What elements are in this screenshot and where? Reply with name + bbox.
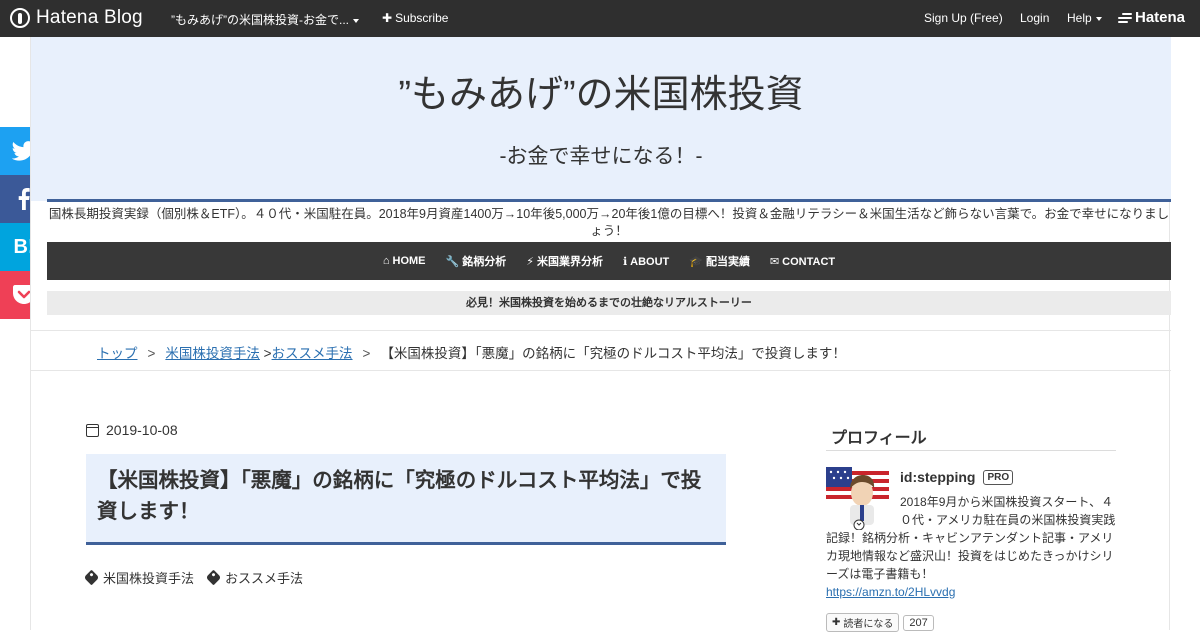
home-icon: ⌂ xyxy=(382,255,390,267)
nav-stock-analysis-label: 銘柄分析 xyxy=(462,256,507,268)
nav-home[interactable]: ⌂ HOME xyxy=(383,255,426,267)
article-title[interactable]: 【米国株投資】「悪魔」の銘柄に「究極のドルコスト平均法」で投資します！ xyxy=(97,465,716,527)
profile-id-link[interactable]: id:stepping xyxy=(900,469,975,485)
article-title-box: 【米国株投資】「悪魔」の銘柄に「究極のドルコスト平均法」で投資します！ xyxy=(86,454,726,545)
nav-industry-analysis[interactable]: ⚡ 米国業界分析 xyxy=(526,253,603,269)
blog-subtitle: -お金で幸せになる！- xyxy=(499,145,703,168)
breadcrumb-separator: > xyxy=(147,346,156,361)
article-tags: 米国株投資手法 おススメ手法 xyxy=(83,568,317,587)
article-tag[interactable]: おススメ手法 xyxy=(205,568,304,587)
sidebar-divider xyxy=(826,450,1116,451)
nav-industry-analysis-label: 米国業界分析 xyxy=(536,256,603,268)
global-nav: ⌂ HOME 🔧 銘柄分析 ⚡ 米国業界分析 ℹ ABOUT 🎓 配当実績 ✉ CONTAC… xyxy=(47,242,1171,280)
calendar-icon xyxy=(86,423,99,437)
reader-widget: ✚ 読者になる 207 xyxy=(826,613,934,632)
profile-amazon-link[interactable]: https://amzn.to/2HLvvdg xyxy=(826,585,955,599)
breadcrumb-link-top[interactable]: トップ xyxy=(97,346,138,361)
hatena-topbar: Hatena Blog ”もみあげ”の米国株投資-お金で... ✚ Subscri… xyxy=(0,0,1200,37)
nav-about[interactable]: ℹ ABOUT xyxy=(623,255,669,268)
article-tag-label: おススメ手法 xyxy=(225,571,304,586)
breadcrumb-separator: > xyxy=(362,346,371,361)
article-date: 2019-10-08 xyxy=(86,422,178,438)
hatena-logo[interactable]: Hatena xyxy=(1118,9,1185,26)
notice-banner[interactable]: 必見！米国株投資を始めるまでの壮絶なリアルストーリー xyxy=(47,291,1171,315)
facebook-icon xyxy=(18,188,30,210)
login-link[interactable]: Login xyxy=(1020,11,1049,25)
divider xyxy=(31,330,1171,331)
blog-description: 国株長期投資実録（個別株＆ETF）。４０代・米国駐在員。2018年9月資産140… xyxy=(48,207,1170,238)
article-tag-label: 米国株投資手法 xyxy=(103,571,195,586)
signup-link[interactable]: Sign Up (Free) xyxy=(924,11,1003,25)
blog-name-menu[interactable]: ”もみあげ”の米国株投資-お金で... xyxy=(171,11,359,28)
header-divider xyxy=(47,199,1171,202)
help-label: Help xyxy=(1067,11,1092,25)
pro-badge: PRO xyxy=(983,469,1014,485)
blog-header: ”もみあげ”の米国株投資 -お金で幸せになる！- xyxy=(31,37,1171,201)
hatena-logo-text: Hatena xyxy=(1135,9,1186,26)
profile-bio: 2018年9月から米国株投資スタート、４０代・アメリカ駐在員の米国株投資実践記録… xyxy=(826,493,1118,601)
hatena-blog-logo-text: Hatena Blog xyxy=(36,7,143,28)
blog-title[interactable]: ”もみあげ”の米国株投資 xyxy=(31,63,1171,118)
caret-down-icon xyxy=(1095,16,1102,21)
subscribe-button[interactable]: ✚ Subscribe xyxy=(382,11,448,25)
nav-contact[interactable]: ✉ CONTACT xyxy=(770,255,835,268)
hatena-blog-logo[interactable]: Hatena Blog xyxy=(10,7,143,29)
subscribe-reader-label: 読者になる xyxy=(843,619,894,630)
tag-icon xyxy=(83,569,100,586)
tag-icon xyxy=(205,569,222,586)
bolt-icon: ⚡ xyxy=(526,256,534,268)
reader-count: 207 xyxy=(903,614,934,631)
page-container: ”もみあげ”の米国株投資 -お金で幸せになる！- 国株長期投資実録（個別株＆ET… xyxy=(30,37,1171,632)
article-tag[interactable]: 米国株投資手法 xyxy=(83,568,195,587)
caret-down-icon xyxy=(353,18,359,23)
nav-home-label: HOME xyxy=(392,255,426,267)
nav-dividends[interactable]: 🎓 配当実績 xyxy=(689,253,750,269)
divider xyxy=(31,370,1171,371)
nav-contact-label: CONTACT xyxy=(782,255,836,268)
breadcrumb-current: 【米国株投資】「悪魔」の銘柄に「究極のドルコスト平均法」で投資します！ xyxy=(380,346,846,361)
nav-stock-analysis[interactable]: 🔧 銘柄分析 xyxy=(446,253,507,269)
sidebar-profile-title: プロフィール xyxy=(831,430,927,447)
plus-icon: ✚ xyxy=(382,11,393,25)
nav-dividends-label: 配当実績 xyxy=(705,256,750,268)
subscribe-reader-button[interactable]: ✚ 読者になる xyxy=(826,613,900,632)
help-menu[interactable]: Help xyxy=(1067,11,1102,25)
breadcrumb-link-method[interactable]: 米国株投資手法 xyxy=(165,346,260,361)
article-date-text[interactable]: 2019-10-08 xyxy=(106,422,178,438)
hatena-mark-icon xyxy=(1118,12,1132,23)
breadcrumb-separator: > xyxy=(263,346,272,361)
subscribe-label: Subscribe xyxy=(395,11,449,25)
wrench-icon: 🔧 xyxy=(445,256,460,268)
profile-id: id:stepping PRO xyxy=(900,469,1014,485)
plus-icon: ✚ xyxy=(832,617,841,628)
envelope-icon: ✉ xyxy=(769,255,780,268)
breadcrumb-link-recommended[interactable]: おススメ手法 xyxy=(272,346,353,361)
blog-name-text: ”もみあげ”の米国株投資-お金で... xyxy=(171,13,349,27)
breadcrumb: トップ > 米国株投資手法 >おススメ手法 > 【米国株投資】「悪魔」の銘柄に「究極のド… xyxy=(97,342,846,362)
hatena-blog-logo-icon xyxy=(10,8,30,28)
graduation-cap-icon: 🎓 xyxy=(689,256,703,268)
info-icon: ℹ xyxy=(622,255,628,268)
nav-about-label: ABOUT xyxy=(630,255,670,268)
